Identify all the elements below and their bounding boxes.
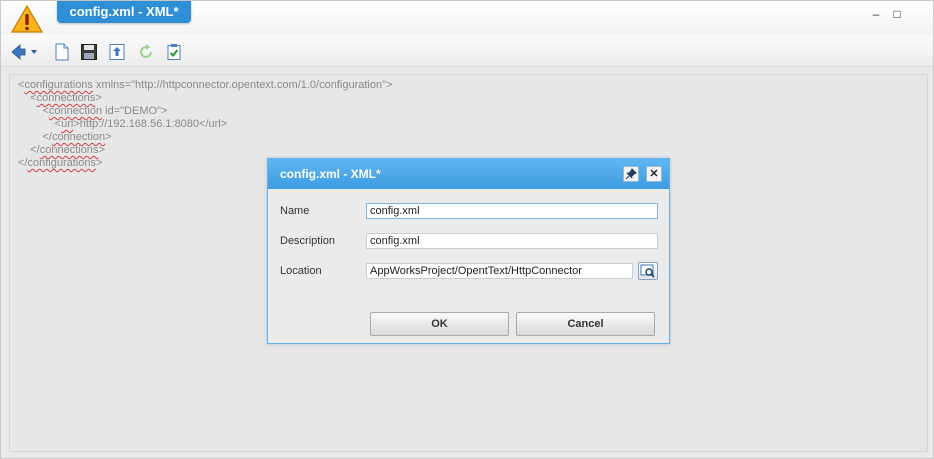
browse-button[interactable] xyxy=(638,262,658,280)
xml-source: <configurations xmlns="http://httpconnec… xyxy=(18,79,392,170)
minimize-button[interactable]: – xyxy=(869,7,883,21)
name-label: Name xyxy=(280,205,310,217)
dialog-header: config.xml - XML* ✕ xyxy=(268,159,669,189)
close-icon: ✕ xyxy=(649,168,659,180)
maximize-button[interactable]: □ xyxy=(890,7,904,21)
back-dropdown-icon[interactable] xyxy=(10,43,38,61)
xml-line-text: </configurations> xyxy=(18,157,103,169)
ok-button[interactable]: OK xyxy=(370,312,509,336)
name-field[interactable]: config.xml xyxy=(366,203,658,219)
publish-icon[interactable] xyxy=(108,43,126,61)
xml-line-text: <url>http://192.168.56.1:8080</url> xyxy=(18,118,228,130)
xml-line-text: </connection> xyxy=(18,131,112,143)
pin-button[interactable] xyxy=(623,166,639,182)
toolbar xyxy=(1,35,933,67)
description-field[interactable]: config.xml xyxy=(366,233,658,249)
dialog-title: config.xml - XML* xyxy=(280,167,381,181)
new-document-icon[interactable] xyxy=(53,43,71,61)
description-label: Description xyxy=(280,235,336,247)
location-field[interactable]: AppWorksProject/OpentText/HttpConnector xyxy=(366,263,633,279)
xml-line: </connection> xyxy=(18,131,392,144)
xml-line: <url>http://192.168.56.1:8080</url> xyxy=(18,118,392,131)
properties-dialog: config.xml - XML* ✕ Name config.xml Desc… xyxy=(267,158,670,344)
browse-icon xyxy=(640,264,655,278)
xml-line-text: <connections> xyxy=(18,92,102,104)
refresh-icon[interactable] xyxy=(137,43,155,61)
document-tab[interactable]: config.xml - XML* xyxy=(57,1,191,23)
validate-icon[interactable] xyxy=(165,43,183,61)
xml-line: <configurations xmlns="http://httpconnec… xyxy=(18,79,392,92)
cancel-button[interactable]: Cancel xyxy=(516,312,655,336)
xml-line-text: <configurations xmlns="http://httpconnec… xyxy=(18,79,393,91)
location-label: Location xyxy=(280,265,322,277)
xml-line: <connections> xyxy=(18,92,392,105)
close-button[interactable]: ✕ xyxy=(646,166,662,182)
xml-line: </connections> xyxy=(18,144,392,157)
xml-line-text: <connection id="DEMO"> xyxy=(18,105,168,117)
xml-line-text: </connections> xyxy=(18,144,105,156)
xml-line: <connection id="DEMO"> xyxy=(18,105,392,118)
title-bar: config.xml - XML* – □ xyxy=(1,1,933,35)
xml-editor-window: config.xml - XML* – □ <configurations xm… xyxy=(0,0,934,459)
pin-icon xyxy=(625,168,637,180)
warning-icon xyxy=(11,5,43,33)
save-icon[interactable] xyxy=(80,43,98,61)
